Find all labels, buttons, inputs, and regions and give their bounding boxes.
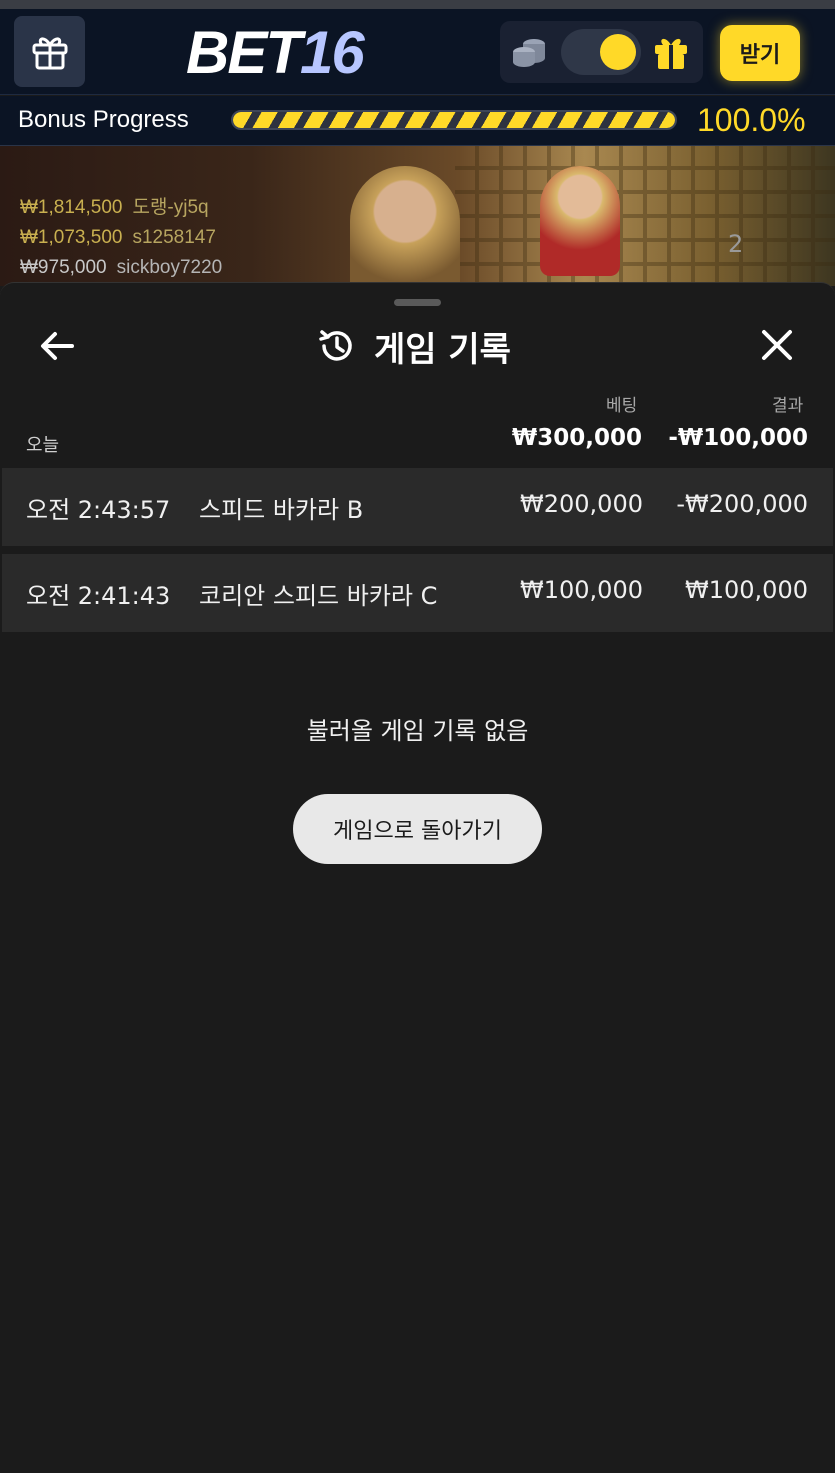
logo-text: BET xyxy=(186,18,302,86)
winner-amount: ₩1,073,500 xyxy=(20,227,123,248)
close-icon[interactable] xyxy=(760,328,794,362)
drag-handle[interactable] xyxy=(394,299,441,306)
logo[interactable]: BET 16 xyxy=(186,19,365,86)
sheet-title: 게임 기록 xyxy=(318,323,511,370)
gift-box-button[interactable] xyxy=(14,16,85,87)
progress-track xyxy=(231,110,677,130)
back-arrow-icon[interactable] xyxy=(38,329,76,363)
row-game: 코리안 스피드 바카라 C xyxy=(199,582,438,610)
progress-value: 100.0% xyxy=(697,102,806,138)
winner-name: s1258147 xyxy=(132,227,216,248)
status-strip xyxy=(0,0,835,9)
winner-item: ₩1,814,500 도랭-yj5q xyxy=(20,193,222,223)
live-video-preview[interactable]: ₩1,814,500 도랭-yj5q ₩1,073,500 s1258147 ₩… xyxy=(0,146,835,286)
history-row[interactable]: 오전 2:41:43 코리안 스피드 바카라 C ₩100,000 ₩100,0… xyxy=(2,554,833,632)
progress-fill xyxy=(233,112,675,128)
day-total-result: -₩100,000 xyxy=(668,425,808,451)
winner-item: ₩975,000 sickboy7220 xyxy=(20,253,222,283)
app-header: BET 16 받기 xyxy=(0,9,835,95)
bonus-progress: Bonus Progress 100.0% xyxy=(0,96,835,146)
column-header-result: 결과 xyxy=(772,396,804,416)
row-game: 스피드 바카라 B xyxy=(199,496,364,524)
day-label: 오늘 xyxy=(26,435,60,456)
row-bet: ₩100,000 xyxy=(520,576,643,604)
balance-controls xyxy=(500,21,703,83)
background-lattice xyxy=(455,146,835,286)
row-result: -₩200,000 xyxy=(676,490,808,518)
winners-list: ₩1,814,500 도랭-yj5q ₩1,073,500 s1258147 ₩… xyxy=(20,193,222,283)
logo-number: 16 xyxy=(300,18,365,86)
toggle-knob xyxy=(600,34,636,70)
coins-icon[interactable] xyxy=(510,35,548,69)
winner-amount: ₩1,814,500 xyxy=(20,197,123,218)
dealer-figure xyxy=(540,166,620,276)
winner-name: 도랭-yj5q xyxy=(132,197,209,218)
back-to-game-button[interactable]: 게임으로 돌아가기 xyxy=(293,794,542,864)
winner-amount: ₩975,000 xyxy=(20,257,107,278)
dealer-figure xyxy=(350,166,460,286)
winner-name: sickboy7220 xyxy=(116,257,223,278)
game-history-sheet: 게임 기록 베팅 결과 오늘 ₩300,000 -₩100,000 오전 2:4… xyxy=(0,282,835,1473)
row-result: ₩100,000 xyxy=(685,576,808,604)
progress-label: Bonus Progress xyxy=(18,106,189,133)
row-time: 오전 2:41:43 xyxy=(26,582,171,610)
day-total-bet: ₩300,000 xyxy=(511,425,642,451)
video-count: 2 xyxy=(728,230,744,258)
column-header-bet: 베팅 xyxy=(606,396,638,416)
gift-icon[interactable] xyxy=(652,33,690,71)
history-icon xyxy=(319,330,352,361)
sheet-title-text: 게임 기록 xyxy=(374,329,511,370)
row-bet: ₩200,000 xyxy=(520,490,643,518)
empty-message: 불러올 게임 기록 없음 xyxy=(306,717,529,745)
claim-button[interactable]: 받기 xyxy=(720,25,800,81)
currency-toggle[interactable] xyxy=(561,29,641,75)
winner-item: ₩1,073,500 s1258147 xyxy=(20,223,222,253)
gift-box-icon xyxy=(32,37,67,69)
history-row[interactable]: 오전 2:43:57 스피드 바카라 B ₩200,000 -₩200,000 xyxy=(2,468,833,546)
row-time: 오전 2:43:57 xyxy=(26,496,171,524)
